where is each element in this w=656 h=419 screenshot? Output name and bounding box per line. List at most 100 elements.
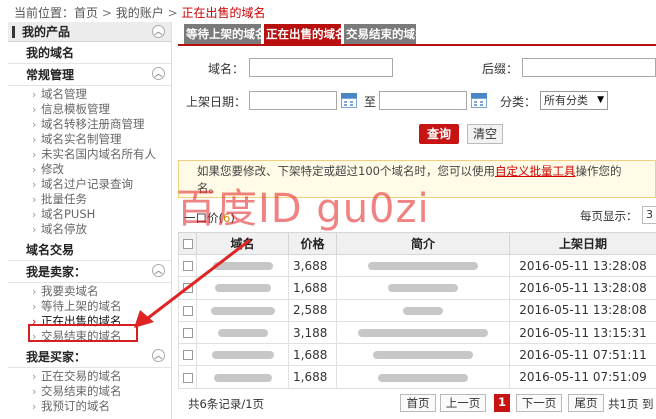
suffix-label: 后缀： xyxy=(482,62,519,76)
collapse-icon[interactable]: ︿ xyxy=(152,349,165,362)
sidebar-list-general: 域名管理 信息模板管理 域名转移注册商管理 域名实名制管理 未实名国内域名所有人… xyxy=(8,86,171,239)
breadcrumb-home-link[interactable]: 首页 xyxy=(74,6,98,20)
sidebar-item-domain-push[interactable]: 域名PUSH xyxy=(8,207,171,222)
date-cell: 2016-05-11 13:28:08 xyxy=(509,276,656,300)
sidebar: 我的产品 ︿ 我的域名 常规管理 ︿ 域名管理 信息模板管理 域名转移注册商管理… xyxy=(8,22,172,419)
current-page[interactable]: 1 xyxy=(494,394,510,412)
column-header-price[interactable]: 价格 xyxy=(288,232,337,255)
collapse-icon[interactable]: ︿ xyxy=(152,264,165,277)
category-select[interactable]: 所有分类 ▼ xyxy=(540,91,608,110)
batch-tool-link[interactable]: 自定义批量工具 xyxy=(495,164,576,178)
domain-cell-redacted[interactable] xyxy=(196,365,289,389)
tab-finished[interactable]: 交易结束的域名 xyxy=(344,24,416,44)
intro-cell-redacted xyxy=(336,320,510,345)
sidebar-item-domain-management[interactable]: 域名管理 xyxy=(8,87,171,102)
intro-cell-redacted xyxy=(336,343,510,367)
calendar-icon[interactable] xyxy=(471,93,487,108)
column-header-date[interactable]: 上架日期 xyxy=(509,232,656,255)
sidebar-item-batch-tasks[interactable]: 批量任务 xyxy=(8,192,171,207)
pager-summary: 共6条记录/1页 xyxy=(188,397,265,411)
to-label: 至 xyxy=(364,95,377,109)
start-date-input[interactable] xyxy=(249,91,337,110)
first-page-button[interactable]: 首页 xyxy=(400,394,436,412)
domain-cell-redacted[interactable] xyxy=(196,343,289,367)
sidebar-item-info-template[interactable]: 信息模板管理 xyxy=(8,102,171,117)
row-checkbox[interactable] xyxy=(182,350,193,361)
table-header-row: 域名 价格 简介 上架日期 xyxy=(178,232,656,255)
domain-cell-redacted[interactable] xyxy=(196,276,289,300)
table-row: 1,688 2016-05-11 07:51:09 xyxy=(178,365,656,389)
sidebar-group-title: 我是卖家： xyxy=(26,265,87,279)
sidebar-group-title: 常规管理 xyxy=(26,68,75,82)
sidebar-item-domain-parking[interactable]: 域名停放 xyxy=(8,222,171,237)
page-size-select[interactable]: 3 xyxy=(642,206,656,224)
category-label: 分类： xyxy=(500,95,537,109)
notice-text-tail: 操作您的 xyxy=(575,164,622,178)
select-all-checkbox[interactable] xyxy=(182,239,193,249)
date-cell: 2016-05-11 07:51:09 xyxy=(509,365,656,389)
sidebar-group-buyer[interactable]: 我是买家： ︿ xyxy=(8,346,171,368)
clear-button[interactable]: 清空 xyxy=(467,124,503,144)
sidebar-item-trading[interactable]: 正在交易的域名 xyxy=(8,369,171,384)
table-row: 3,688 2016-05-11 13:28:08 xyxy=(178,253,656,278)
next-page-button[interactable]: 下一页 xyxy=(516,394,562,412)
intro-cell-redacted xyxy=(336,276,510,300)
price-cell: 1,688 xyxy=(288,365,337,389)
sidebar-group-title: 我是买家： xyxy=(26,350,87,364)
sidebar-group-seller[interactable]: 我是卖家： ︿ xyxy=(8,261,171,283)
domain-cell-redacted[interactable] xyxy=(196,253,289,278)
domain-label: 域名： xyxy=(208,62,245,76)
domain-cell-redacted[interactable] xyxy=(196,298,289,322)
row-checkbox[interactable] xyxy=(182,261,193,272)
highlight-box xyxy=(28,324,138,342)
breadcrumb: 当前位置：首页 > 我的账户 > 正在出售的域名 xyxy=(14,4,266,22)
row-checkbox[interactable] xyxy=(182,372,193,383)
intro-cell-redacted xyxy=(336,365,510,389)
sidebar-group-trade[interactable]: 域名交易 xyxy=(8,239,171,261)
price-cell: 1,688 xyxy=(288,276,337,300)
domain-cell-redacted[interactable] xyxy=(196,320,289,345)
sidebar-item-real-name[interactable]: 域名实名制管理 xyxy=(8,132,171,147)
column-header-domain[interactable]: 域名 xyxy=(196,232,289,255)
last-page-button[interactable]: 尾页 xyxy=(568,394,604,412)
sidebar-header[interactable]: 我的产品 ︿ xyxy=(8,22,171,42)
table-row: 1,688 2016-05-11 07:51:11 xyxy=(178,343,656,367)
intro-cell-redacted xyxy=(336,253,510,278)
sidebar-item-buyer-finished[interactable]: 交易结束的域名 xyxy=(8,384,171,399)
sidebar-item-transfer-history[interactable]: 域名过户记录查询 xyxy=(8,177,171,192)
end-date-input[interactable] xyxy=(379,91,467,110)
sidebar-group-general[interactable]: 常规管理 ︿ xyxy=(8,64,171,86)
sidebar-item-registrar-transfer[interactable]: 域名转移注册商管理 xyxy=(8,117,171,132)
page-size-label: 每页显示： xyxy=(580,209,638,223)
sidebar-item-sell-domain[interactable]: 我要卖域名 xyxy=(8,284,171,299)
breadcrumb-account-link[interactable]: 我的账户 xyxy=(116,6,164,20)
sidebar-item-pending-listing[interactable]: 等待上架的域名 xyxy=(8,299,171,314)
domain-table: 域名 价格 简介 上架日期 3,688 2016-05-11 13:28:08 … xyxy=(178,232,656,389)
breadcrumb-separator: > xyxy=(101,6,112,20)
table-row: 1,688 2016-05-11 13:28:08 xyxy=(178,276,656,300)
breadcrumb-current: 正在出售的域名 xyxy=(181,6,266,20)
watermark-text: 百度ID gu0zi xyxy=(176,186,430,232)
table-row: 2,588 2016-05-11 13:28:08 xyxy=(178,298,656,322)
collapse-icon[interactable]: ︿ xyxy=(152,25,165,38)
tab-selling[interactable]: 正在出售的域名 xyxy=(264,24,341,44)
dropdown-arrow-icon: ▼ xyxy=(597,95,604,105)
sidebar-item-my-domains[interactable]: 我的域名 xyxy=(8,42,171,64)
calendar-icon[interactable] xyxy=(341,93,357,108)
suffix-input[interactable] xyxy=(522,58,656,77)
row-checkbox[interactable] xyxy=(182,305,193,316)
column-header-intro[interactable]: 简介 xyxy=(336,232,510,255)
query-button[interactable]: 查询 xyxy=(419,124,459,144)
collapse-icon[interactable]: ︿ xyxy=(152,67,165,80)
prev-page-button[interactable]: 上一页 xyxy=(440,394,486,412)
row-checkbox[interactable] xyxy=(182,328,193,339)
tab-pending-listing[interactable]: 等待上架的域名 xyxy=(184,24,261,44)
sidebar-item-owner-change[interactable]: 未实名国内域名所有人 xyxy=(8,147,171,162)
select-all-cell xyxy=(178,232,197,255)
intro-cell-redacted xyxy=(336,298,510,322)
price-cell: 3,688 xyxy=(288,253,337,278)
sidebar-item-reserved[interactable]: 我预订的域名 xyxy=(8,399,171,414)
sidebar-item-owner-change-cont[interactable]: 修改 xyxy=(8,162,171,177)
domain-input[interactable] xyxy=(249,58,393,77)
row-checkbox[interactable] xyxy=(182,283,193,294)
